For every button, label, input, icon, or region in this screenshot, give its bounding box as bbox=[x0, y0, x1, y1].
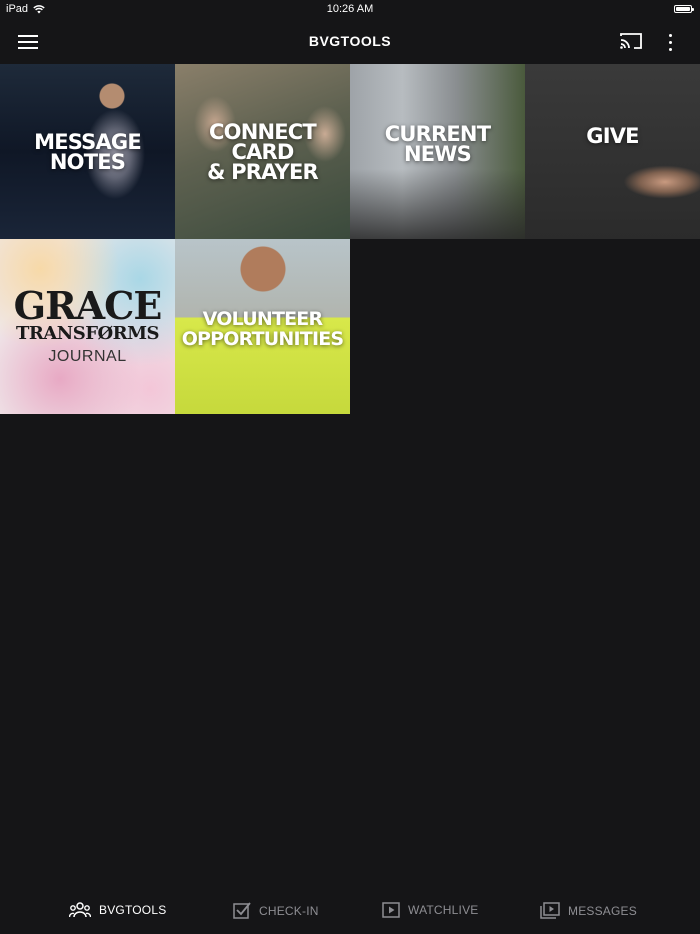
journal-label: JOURNAL bbox=[48, 348, 127, 365]
tab-label: MESSAGES bbox=[568, 903, 637, 918]
video-library-icon bbox=[540, 902, 560, 919]
tab-label: BVGTOOLS bbox=[99, 903, 167, 917]
journal-subtitle: TRANSFØRMS bbox=[15, 323, 160, 344]
more-options-icon[interactable] bbox=[664, 31, 676, 53]
tab-check-in[interactable]: CHECK-IN bbox=[233, 902, 319, 919]
tab-label: WATCHLIVE bbox=[408, 903, 479, 917]
tile-label: GIVE bbox=[586, 123, 639, 148]
tab-messages[interactable]: MESSAGES bbox=[540, 902, 637, 919]
tile-message-notes[interactable]: MESSAGE NOTES bbox=[0, 64, 175, 239]
journal-title: GRACE bbox=[13, 283, 163, 328]
tile-label: CONNECT CARD & PRAYER bbox=[207, 119, 319, 184]
tab-watchlive[interactable]: WATCHLIVE bbox=[382, 902, 478, 918]
status-bar: iPad 10:26 AM bbox=[0, 0, 700, 20]
tile-connect-card-prayer[interactable]: CONNECT CARD & PRAYER bbox=[175, 64, 350, 239]
tab-bvgtools[interactable]: BVGTOOLS bbox=[69, 902, 166, 918]
cast-icon[interactable] bbox=[620, 32, 642, 50]
tile-label: CURRENT NEWS bbox=[384, 121, 491, 166]
tile-grace-transforms-journal[interactable]: GRACE TRANSFØRMS JOURNAL bbox=[0, 239, 175, 414]
menu-icon[interactable] bbox=[18, 34, 38, 50]
tab-label: CHECK-IN bbox=[259, 903, 319, 918]
play-icon bbox=[382, 902, 400, 918]
page-title: BVGTOOLS bbox=[308, 33, 392, 49]
battery-icon bbox=[674, 5, 694, 13]
app-header: BVGTOOLS bbox=[0, 20, 700, 64]
checkbox-icon bbox=[233, 902, 251, 919]
journal-cover: GRACE TRANSFØRMS JOURNAL bbox=[0, 239, 175, 414]
tile-volunteer-opportunities[interactable]: VOLUNTEER OPPORTUNITIES bbox=[175, 239, 350, 414]
tile-give[interactable]: GIVE bbox=[525, 64, 700, 239]
tile-label: VOLUNTEER OPPORTUNITIES bbox=[181, 307, 344, 350]
status-time: 10:26 AM bbox=[326, 3, 374, 15]
bottom-tab-bar: BVGTOOLS CHECK-IN WATCHLIVE MESSAGES bbox=[0, 890, 700, 934]
tile-label: MESSAGE NOTES bbox=[34, 129, 142, 174]
tile-current-news[interactable]: CURRENT NEWS bbox=[350, 64, 525, 239]
people-icon bbox=[69, 902, 91, 918]
